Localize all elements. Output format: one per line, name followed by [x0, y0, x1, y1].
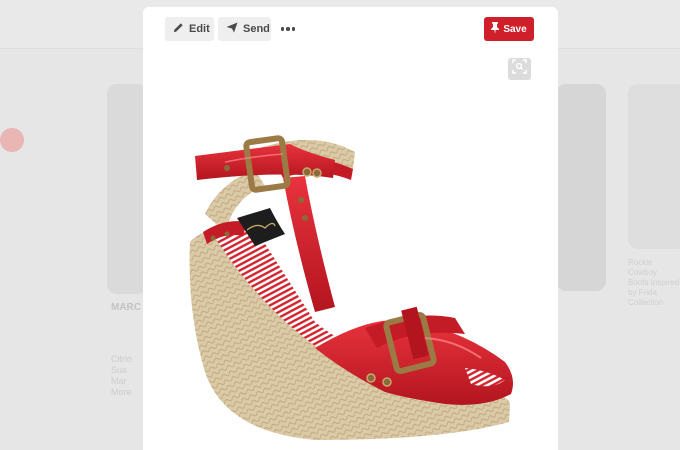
background-pin-far-description: Rockie Cowboy Boots Inspired by Frida Co…	[628, 258, 680, 307]
background-pin-far-image	[628, 84, 680, 249]
background-pin-left-image	[107, 84, 147, 294]
background-pin-right-image	[556, 84, 606, 291]
visual-search-icon	[512, 59, 527, 79]
pencil-icon	[173, 22, 184, 36]
background-pin-left-description: Citrio Sua Mar More	[111, 354, 133, 397]
background-pin-left-title: MARC Ja.. Citrio Sand	[111, 302, 145, 313]
pin-closeup-modal: Edit Send Save	[143, 7, 558, 450]
background-add-button	[0, 128, 24, 152]
save-button[interactable]: Save	[484, 17, 534, 41]
paper-plane-icon	[226, 22, 238, 36]
pushpin-icon	[491, 21, 500, 37]
edit-button[interactable]: Edit	[165, 17, 214, 41]
visual-search-button[interactable]	[508, 58, 531, 80]
pin-image-red-wedge-sandal	[189, 135, 513, 440]
more-options-button[interactable]	[278, 21, 298, 37]
save-label: Save	[503, 23, 527, 35]
send-button[interactable]: Send	[218, 17, 271, 41]
ellipsis-icon	[280, 27, 285, 31]
send-label: Send	[243, 23, 270, 35]
edit-label: Edit	[189, 23, 210, 35]
